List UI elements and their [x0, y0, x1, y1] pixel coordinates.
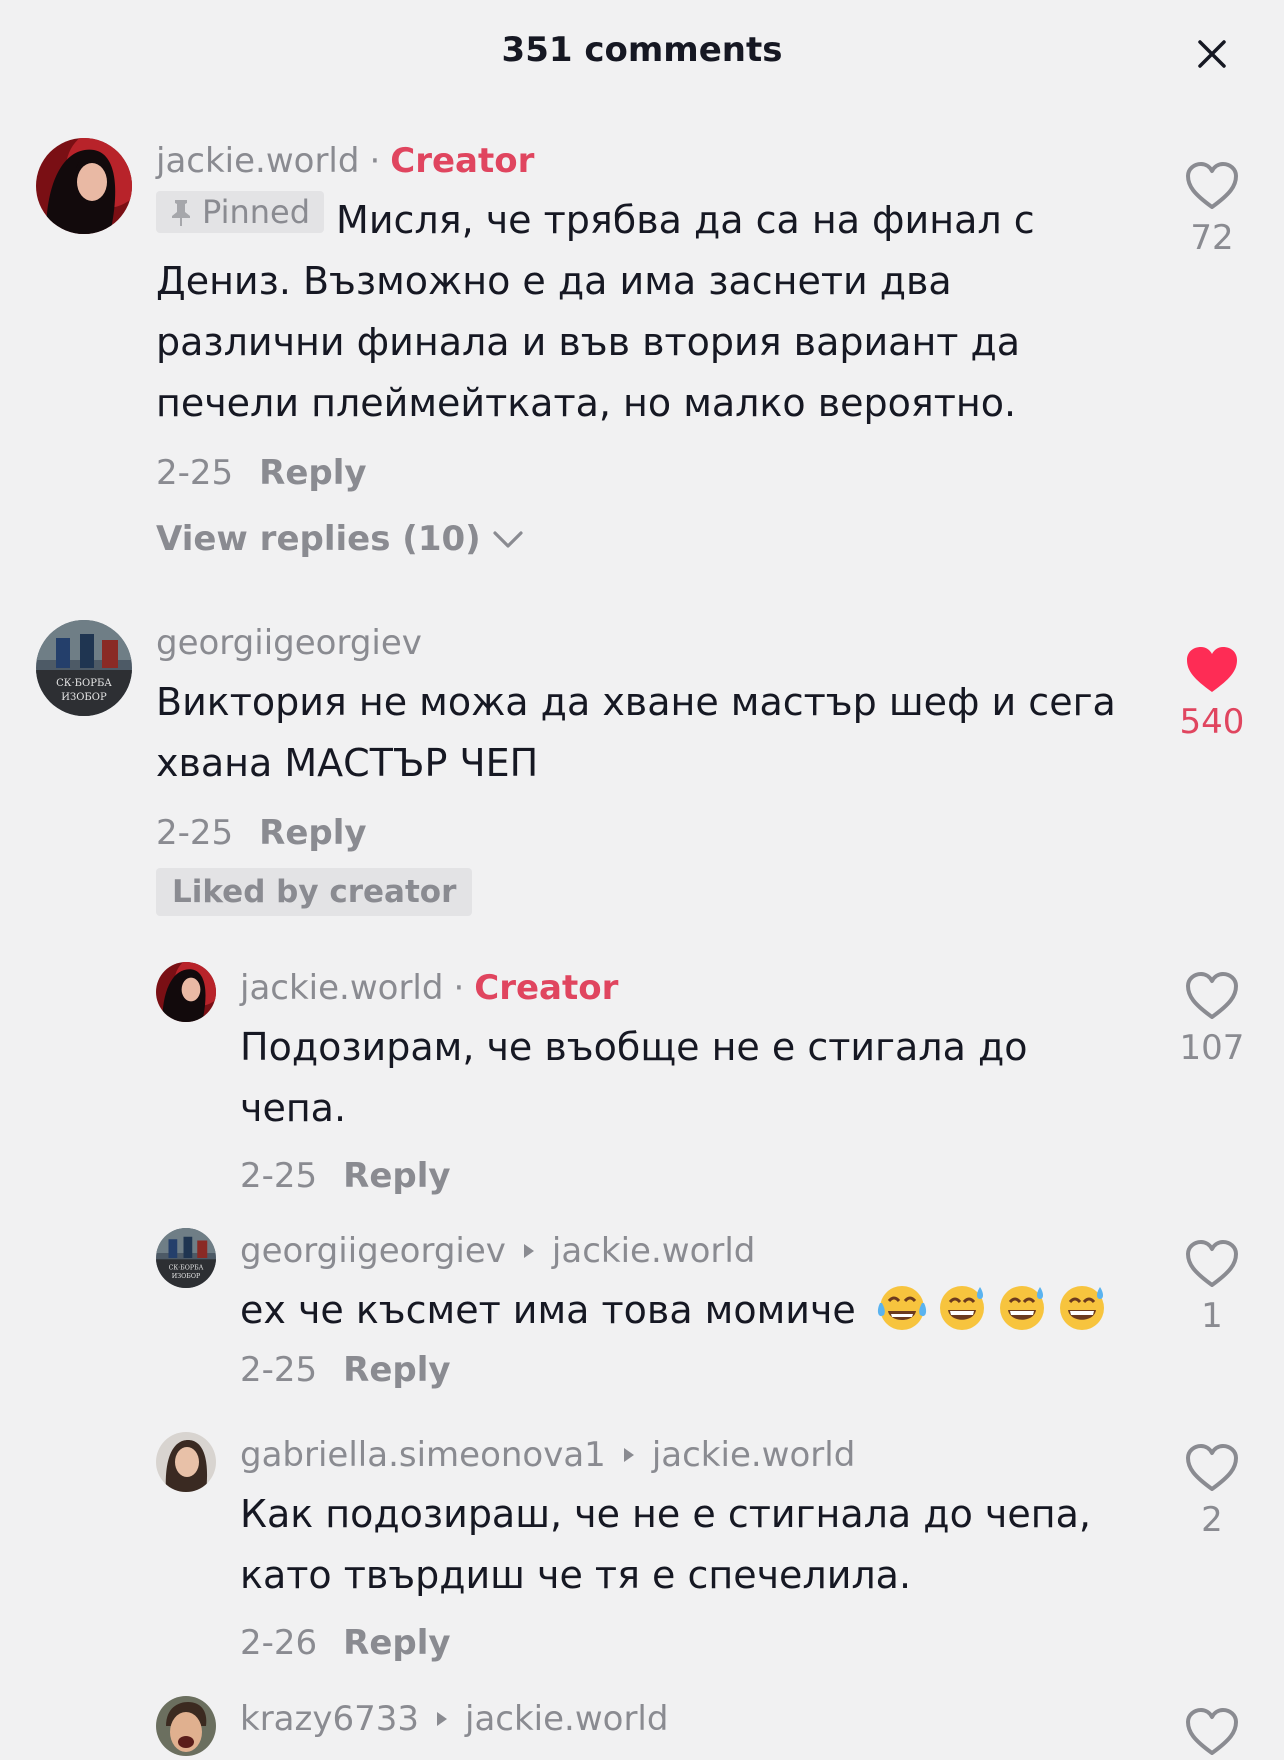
- heart-outline-icon: [1184, 1238, 1240, 1290]
- heart-outline-icon: [1184, 1706, 1240, 1758]
- reply-arrow-icon: [435, 1710, 449, 1728]
- reply-button[interactable]: Reply: [343, 1350, 450, 1390]
- reply-meta: krazy6733 jackie.world: [240, 1696, 1120, 1742]
- svg-text:СК·БОРБА: СК·БОРБА: [169, 1264, 204, 1271]
- like-button[interactable]: 2: [1170, 1442, 1254, 1540]
- chevron-down-icon: [493, 531, 523, 548]
- reply-button[interactable]: Reply: [259, 453, 366, 493]
- svg-text:СК·БОРБА: СК·БОРБА: [56, 678, 112, 689]
- comments-count-title: 351 comments: [501, 30, 783, 70]
- pinned-label: Pinned: [202, 192, 311, 231]
- avatar[interactable]: [156, 1696, 216, 1756]
- comment-meta: georgiigeorgiev: [156, 620, 1136, 666]
- reply-date: 2-26: [240, 1623, 318, 1663]
- reply-to-username[interactable]: jackie.world: [465, 1699, 668, 1739]
- like-button[interactable]: 1: [1170, 1238, 1254, 1336]
- reply-date: 2-25: [240, 1156, 318, 1196]
- svg-text:ИЗОБОР: ИЗОБОР: [172, 1273, 200, 1280]
- grinning-sweat-face-emoji: [936, 1281, 988, 1333]
- username[interactable]: gabriella.simeonova1: [240, 1435, 606, 1475]
- view-replies-button[interactable]: View replies (10): [156, 514, 1086, 564]
- creator-label: Creator: [390, 141, 535, 181]
- reply-meta: gabriella.simeonova1 jackie.world: [240, 1432, 1120, 1478]
- like-count: 540: [1179, 702, 1245, 742]
- comment-body: georgiigeorgiev Виктория не можа да хван…: [156, 620, 1136, 916]
- reply-meta: jackie.world · Creator: [240, 965, 1090, 1011]
- like-button[interactable]: 107: [1170, 970, 1254, 1068]
- reply-info: 2-26 Reply: [240, 1618, 1120, 1668]
- comment-info: 2-25 Reply: [156, 448, 1086, 498]
- separator: ·: [369, 141, 381, 181]
- svg-text:ИЗОБОР: ИЗОБОР: [61, 692, 107, 703]
- reply-meta: georgiigeorgiev jackie.world: [240, 1228, 1140, 1274]
- heart-outline-icon: [1184, 1442, 1240, 1494]
- reply-button[interactable]: Reply: [343, 1156, 450, 1196]
- avatar[interactable]: СК·БОРБА ИЗОБОР: [156, 1228, 216, 1288]
- heart-outline-icon: [1184, 970, 1240, 1022]
- avatar[interactable]: СК·БОРБА ИЗОБОР: [36, 620, 132, 716]
- like-count: 72: [1190, 218, 1234, 258]
- reply-info: 2-25 Reply: [240, 1151, 1090, 1201]
- reply-button[interactable]: Reply: [259, 813, 366, 853]
- comment-date: 2-25: [156, 813, 234, 853]
- reply-body: georgiigeorgiev jackie.world ех че късме…: [240, 1228, 1140, 1395]
- comments-header: 351 comments: [0, 0, 1284, 110]
- username[interactable]: jackie.world: [156, 141, 359, 181]
- pin-icon: [168, 197, 194, 227]
- close-button[interactable]: [1192, 34, 1232, 74]
- avatar[interactable]: [156, 962, 216, 1022]
- username[interactable]: jackie.world: [240, 968, 443, 1008]
- comment-body: jackie.world · Creator Pinned Мисля, че …: [156, 138, 1086, 564]
- reply-arrow-icon: [522, 1242, 536, 1260]
- username[interactable]: georgiigeorgiev: [240, 1231, 506, 1271]
- like-button[interactable]: [1170, 1706, 1254, 1758]
- comment-date: 2-25: [156, 453, 234, 493]
- view-replies-label: View replies (10): [156, 519, 481, 559]
- username[interactable]: georgiigeorgiev: [156, 623, 422, 663]
- comment-text: Виктория не можа да хване мастър шеф и с…: [156, 680, 1116, 785]
- face-with-tears-of-joy-emoji: [876, 1281, 928, 1333]
- reply-date: 2-25: [240, 1350, 318, 1390]
- comment-info: 2-25 Reply: [156, 808, 1136, 858]
- grinning-sweat-face-emoji: [1056, 1281, 1108, 1333]
- reply-text: ех че късмет има това момиче: [240, 1288, 856, 1332]
- reply-arrow-icon: [622, 1446, 636, 1464]
- grinning-sweat-face-emoji: [996, 1281, 1048, 1333]
- reply-info: 2-25 Reply: [240, 1345, 1140, 1395]
- pinned-badge: Pinned: [156, 191, 325, 233]
- comment-text-block: Pinned Мисля, че трябва да са на финал с…: [156, 190, 1086, 434]
- like-button[interactable]: 72: [1170, 160, 1254, 258]
- reply-text-block: ех че късмет има това момиче: [240, 1280, 1140, 1341]
- like-count: 2: [1201, 1500, 1223, 1540]
- separator: ·: [453, 968, 465, 1008]
- reply-body: gabriella.simeonova1 jackie.world Как по…: [240, 1432, 1120, 1668]
- reply-button[interactable]: Reply: [343, 1623, 450, 1663]
- avatar[interactable]: [156, 1432, 216, 1492]
- reply-to-username[interactable]: jackie.world: [652, 1435, 855, 1475]
- avatar[interactable]: [36, 138, 132, 234]
- creator-label: Creator: [474, 968, 619, 1008]
- like-count: 1: [1201, 1296, 1223, 1336]
- comment-meta: jackie.world · Creator: [156, 138, 1086, 184]
- username[interactable]: krazy6733: [240, 1699, 419, 1739]
- reply-body: krazy6733 jackie.world: [240, 1696, 1120, 1742]
- heart-filled-icon: [1184, 644, 1240, 696]
- reply-text: Подозирам, че въобще не е стигала до чеп…: [240, 1025, 1028, 1130]
- liked-by-creator-badge: Liked by creator: [156, 868, 473, 916]
- like-count: 107: [1179, 1028, 1245, 1068]
- close-icon: [1198, 40, 1226, 68]
- reply-body: jackie.world · Creator Подозирам, че въо…: [240, 965, 1090, 1201]
- reply-to-username[interactable]: jackie.world: [552, 1231, 755, 1271]
- heart-outline-icon: [1184, 160, 1240, 212]
- like-button[interactable]: 540: [1170, 644, 1254, 742]
- reply-text: Как подозираш, че не е стигнала до чепа,…: [240, 1492, 1091, 1597]
